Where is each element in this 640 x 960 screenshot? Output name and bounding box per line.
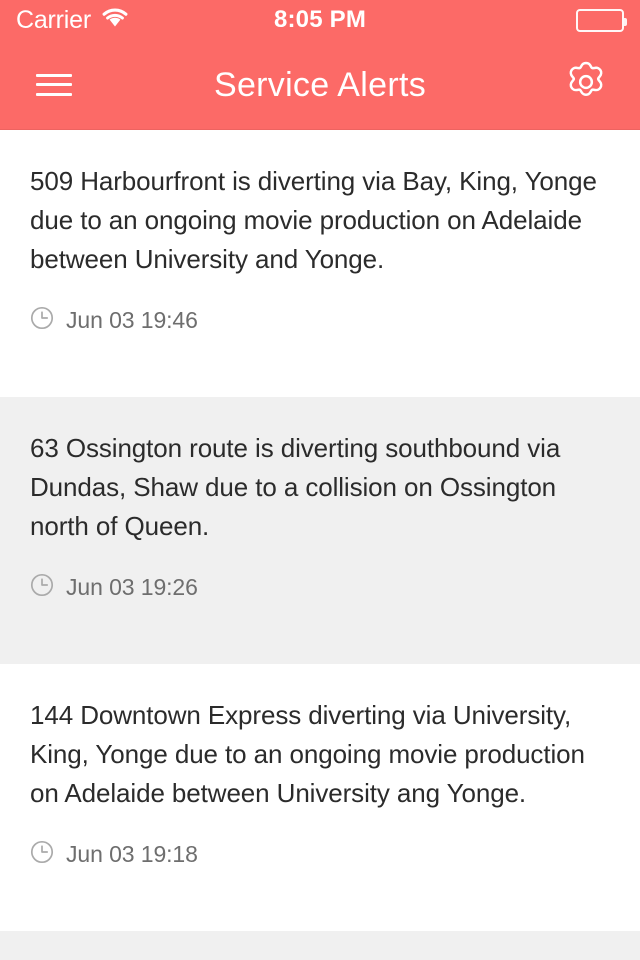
gear-icon <box>563 59 609 110</box>
alert-list-item[interactable] <box>0 931 640 960</box>
clock-icon <box>30 573 54 602</box>
settings-button[interactable] <box>554 53 618 117</box>
carrier-label: Carrier <box>16 5 91 34</box>
alert-message: 144 Downtown Express diverting via Unive… <box>30 700 585 808</box>
status-bar-right <box>576 8 627 32</box>
wifi-icon <box>101 7 129 33</box>
status-bar: Carrier 8:05 PM <box>0 0 640 40</box>
hamburger-menu-icon <box>36 73 72 96</box>
alert-timestamp: Jun 03 19:26 <box>66 574 198 600</box>
clock-icon <box>30 840 54 869</box>
alert-list-item[interactable]: 144 Downtown Express diverting via Unive… <box>0 664 640 931</box>
alert-list-item[interactable]: 509 Harbourfront is diverting via Bay, K… <box>0 130 640 397</box>
service-alerts-list[interactable]: 509 Harbourfront is diverting via Bay, K… <box>0 130 640 960</box>
alert-timestamp-row: Jun 03 19:18 <box>30 840 610 869</box>
status-bar-left: Carrier <box>16 7 129 33</box>
alert-message: 63 Ossington route is diverting southbou… <box>30 433 561 541</box>
battery-icon <box>576 8 627 32</box>
hamburger-menu-button[interactable] <box>22 53 86 117</box>
alert-timestamp: Jun 03 19:46 <box>66 307 198 333</box>
navigation-bar: Service Alerts <box>0 40 640 130</box>
alert-list-item[interactable]: 63 Ossington route is diverting southbou… <box>0 397 640 664</box>
clock-icon <box>30 306 54 335</box>
alert-timestamp-row: Jun 03 19:26 <box>30 573 610 602</box>
alert-message: 509 Harbourfront is diverting via Bay, K… <box>30 166 597 274</box>
alert-timestamp: Jun 03 19:18 <box>66 841 198 867</box>
alert-timestamp-row: Jun 03 19:46 <box>30 306 610 335</box>
app-screen: Carrier 8:05 PM Service Alerts 509 Harbo… <box>0 0 640 960</box>
page-title: Service Alerts <box>213 65 427 104</box>
